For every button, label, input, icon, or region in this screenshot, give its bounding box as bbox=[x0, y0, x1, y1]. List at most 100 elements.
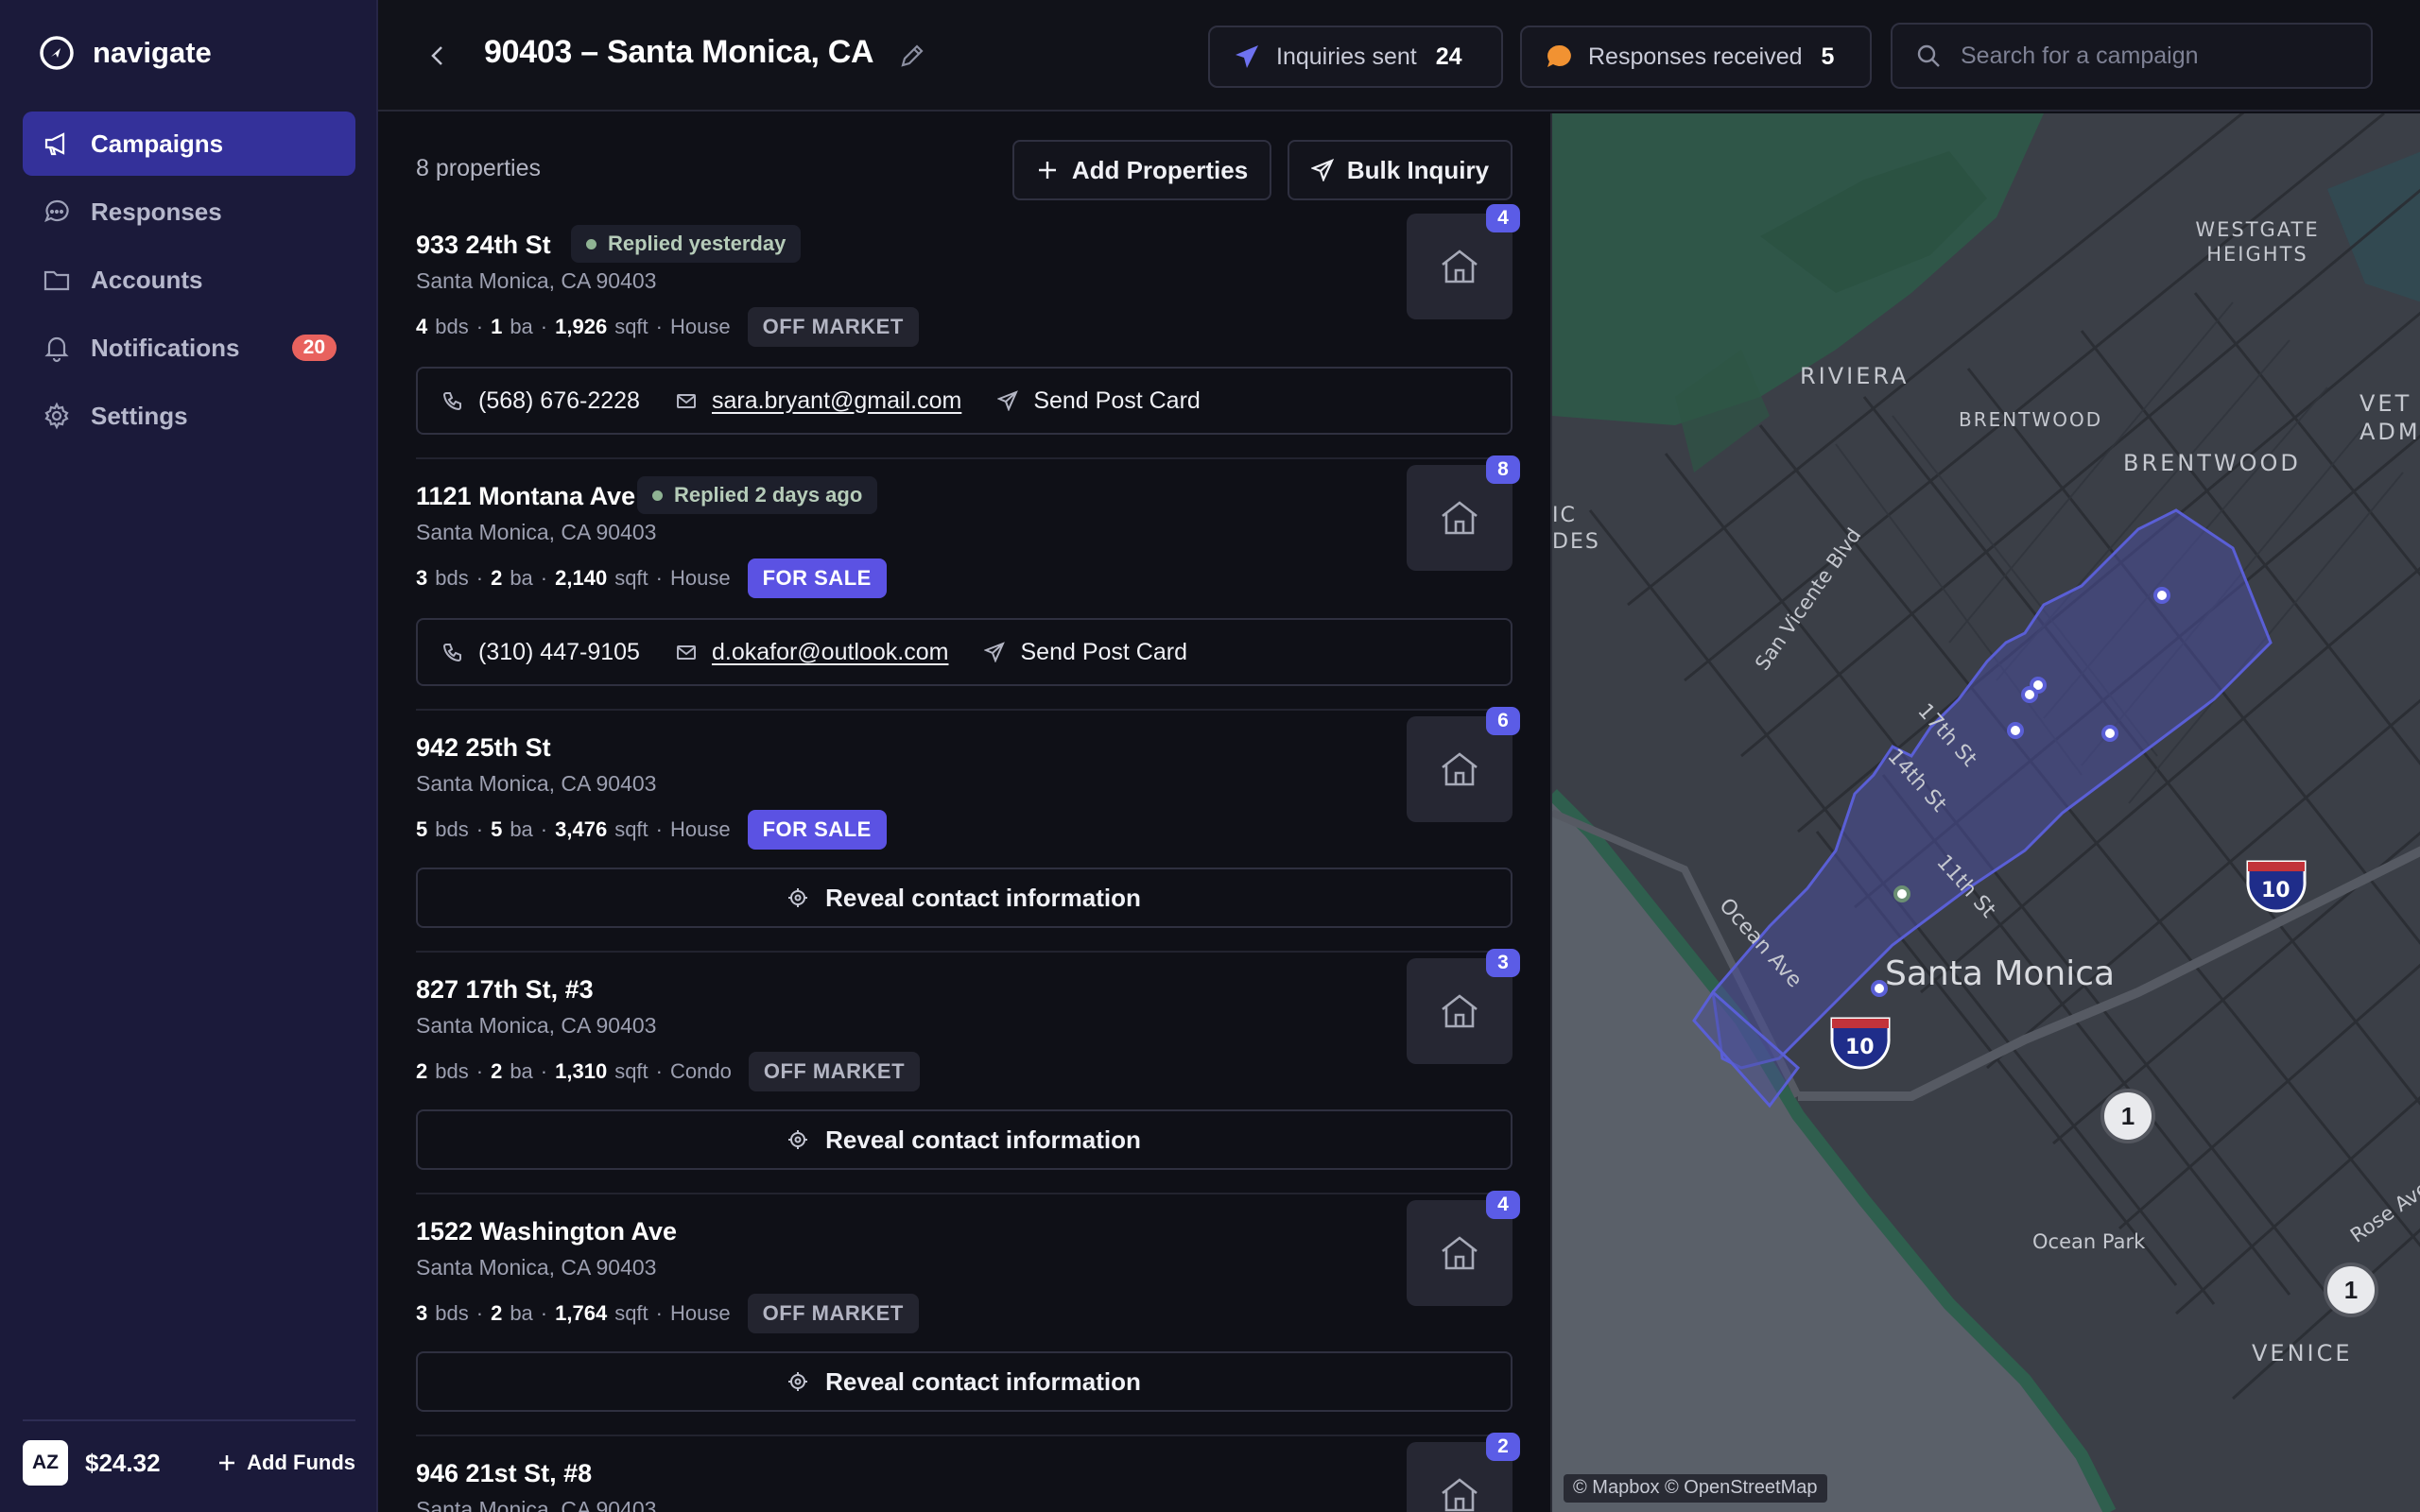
sidebar-item-campaigns[interactable]: Campaigns bbox=[23, 112, 355, 176]
add-funds-button[interactable]: Add Funds bbox=[216, 1451, 355, 1475]
target-icon bbox=[788, 1372, 808, 1391]
add-properties-label: Add Properties bbox=[1071, 155, 1249, 184]
paper-plane-icon bbox=[997, 390, 1019, 411]
property-thumbnail[interactable]: 6 bbox=[1407, 707, 1520, 822]
inquiries-sent-stat[interactable]: Inquiries sent 24 bbox=[1208, 26, 1503, 88]
property-address: 946 21st St, #8 bbox=[416, 1459, 593, 1487]
reveal-contact-button[interactable]: Reveal contact information bbox=[416, 868, 1512, 928]
sidebar-item-label: Notifications bbox=[91, 333, 240, 362]
beds-value: 3 bbox=[416, 1301, 428, 1325]
page-title: 90403 – Santa Monica, CA bbox=[484, 34, 874, 70]
paper-plane-icon bbox=[1236, 45, 1258, 68]
status-badge: FOR SALE bbox=[747, 810, 887, 850]
email-contact[interactable]: sara.bryant@gmail.com bbox=[676, 387, 961, 415]
status-badge: OFF MARKET bbox=[748, 1052, 921, 1091]
reveal-contact-button[interactable]: Reveal contact information bbox=[416, 1109, 1512, 1170]
property-thumbnail[interactable]: 4 bbox=[1407, 204, 1520, 319]
send-postcard-button[interactable]: Send Post Card bbox=[984, 639, 1187, 666]
property-address: 942 25th St bbox=[416, 733, 551, 762]
responses-received-stat[interactable]: Responses received 5 bbox=[1520, 26, 1872, 88]
house-icon bbox=[1442, 1236, 1478, 1270]
pencil-icon[interactable] bbox=[898, 42, 926, 70]
sqft-unit: sqft bbox=[614, 1059, 648, 1083]
add-funds-label: Add Funds bbox=[247, 1451, 355, 1474]
baths-value: 2 bbox=[491, 1301, 503, 1325]
phone-icon bbox=[442, 392, 461, 411]
reveal-contact-button[interactable]: Reveal contact information bbox=[416, 1351, 1512, 1412]
status-badge: OFF MARKET bbox=[747, 1294, 919, 1333]
app-logo[interactable]: navigate bbox=[38, 32, 212, 74]
beds-unit: bds bbox=[435, 566, 469, 590]
replied-status: Replied yesterday bbox=[571, 225, 802, 263]
responses-count: 5 bbox=[1821, 43, 1835, 70]
map-cluster-marker[interactable]: 1 bbox=[2324, 1263, 2378, 1317]
sidebar-item-settings[interactable]: Settings bbox=[23, 384, 355, 448]
email-contact[interactable]: d.okafor@outlook.com bbox=[676, 639, 949, 666]
sqft-unit: sqft bbox=[614, 1301, 648, 1325]
status-badge: OFF MARKET bbox=[747, 307, 919, 347]
plus-icon bbox=[1038, 162, 1056, 179]
balance-amount: $24.32 bbox=[85, 1448, 161, 1477]
property-list-panel: 8 properties Add Properties Bulk Inquiry… bbox=[378, 113, 1550, 1512]
sidebar-item-responses[interactable]: Responses bbox=[23, 180, 355, 244]
property-thumbnail[interactable]: 3 bbox=[1407, 949, 1520, 1064]
phone-contact[interactable]: (310) 447-9105 bbox=[442, 639, 640, 666]
send-postcard-button[interactable]: Send Post Card bbox=[997, 387, 1201, 415]
baths-unit: ba bbox=[510, 817, 533, 841]
status-badge: FOR SALE bbox=[747, 558, 887, 598]
property-city: Santa Monica, CA 90403 bbox=[416, 1497, 657, 1512]
map-label-ocean-park: Ocean Park bbox=[2032, 1230, 2146, 1253]
property-thumbnail[interactable]: 8 bbox=[1407, 455, 1520, 571]
map-label-riviera: RIVIERA bbox=[1800, 363, 1910, 389]
avatar[interactable]: AZ bbox=[23, 1440, 68, 1486]
add-properties-button[interactable]: Add Properties bbox=[1012, 140, 1271, 200]
search-input[interactable] bbox=[1961, 42, 2358, 70]
property-specs: 3 bds · 2 ba · 2,140 sqft · House FOR SALE bbox=[416, 558, 887, 598]
replied-label: Replied 2 days ago bbox=[674, 483, 863, 507]
photo-count-badge: 3 bbox=[1486, 949, 1520, 977]
sidebar-item-notifications[interactable]: Notifications 20 bbox=[23, 316, 355, 380]
beds-value: 4 bbox=[416, 315, 428, 338]
chat-bubble-icon bbox=[1547, 44, 1571, 67]
folder-icon bbox=[43, 270, 70, 291]
map-canvas[interactable] bbox=[1552, 113, 2420, 1512]
property-thumbnail[interactable]: 4 bbox=[1407, 1191, 1520, 1306]
map-attribution[interactable]: © Mapbox © OpenStreetMap bbox=[1564, 1474, 1827, 1503]
sidebar-item-label: Accounts bbox=[91, 265, 203, 294]
campaign-search[interactable] bbox=[1891, 23, 2373, 89]
map-cluster-marker[interactable]: 1 bbox=[2100, 1089, 2155, 1143]
phone-icon bbox=[442, 644, 461, 662]
baths-unit: ba bbox=[510, 315, 533, 338]
reveal-label: Reveal contact information bbox=[825, 1125, 1141, 1154]
email-link[interactable]: sara.bryant@gmail.com bbox=[712, 387, 961, 415]
property-thumbnail[interactable]: 2 bbox=[1407, 1433, 1520, 1512]
map-view[interactable]: WESTGATE HEIGHTS RIVIERA BRENTWOOD BRENT… bbox=[1550, 113, 2420, 1512]
divider bbox=[416, 1193, 1512, 1194]
bulk-inquiry-button[interactable]: Bulk Inquiry bbox=[1288, 140, 1512, 200]
interstate-number: 10 bbox=[1845, 1036, 1875, 1059]
sidebar-item-label: Settings bbox=[91, 401, 188, 430]
chevron-left-icon[interactable] bbox=[424, 42, 452, 70]
beds-unit: bds bbox=[435, 817, 469, 841]
property-address: 1522 Washington Ave bbox=[416, 1217, 678, 1246]
baths-value: 5 bbox=[491, 817, 503, 841]
email-link[interactable]: d.okafor@outlook.com bbox=[712, 639, 949, 666]
list-toolbar: 8 properties Add Properties Bulk Inquiry bbox=[416, 140, 1512, 200]
sidebar-footer-divider bbox=[23, 1419, 355, 1421]
sqft-value: 1,310 bbox=[555, 1059, 608, 1083]
divider bbox=[416, 951, 1512, 953]
house-icon bbox=[1442, 249, 1478, 284]
sqft-unit: sqft bbox=[614, 817, 648, 841]
photo-count-badge: 4 bbox=[1486, 1191, 1520, 1219]
sidebar-item-accounts[interactable]: Accounts bbox=[23, 248, 355, 312]
divider bbox=[416, 457, 1512, 459]
beds-unit: bds bbox=[435, 315, 469, 338]
account-balance: AZ $24.32 Add Funds bbox=[23, 1440, 355, 1486]
responses-label: Responses received bbox=[1588, 43, 1803, 70]
replied-label: Replied yesterday bbox=[608, 232, 786, 255]
bulk-inquiry-label: Bulk Inquiry bbox=[1346, 155, 1490, 184]
baths-value: 2 bbox=[491, 1059, 503, 1083]
property-specs: 2 bds · 2 ba · 1,310 sqft · Condo OFF MARKET bbox=[416, 1052, 921, 1091]
phone-number: (568) 676-2228 bbox=[478, 387, 640, 414]
phone-contact[interactable]: (568) 676-2228 bbox=[442, 387, 640, 415]
